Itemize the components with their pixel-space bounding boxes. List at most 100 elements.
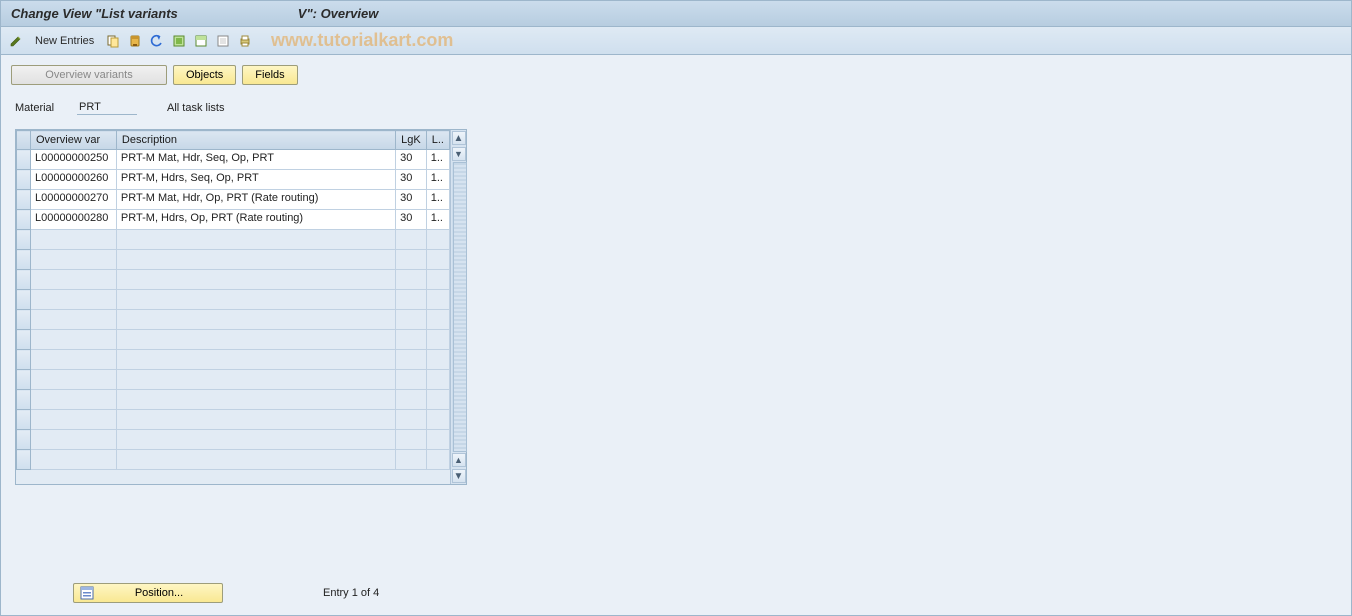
scroll-line-down-icon[interactable]: ▲ (452, 453, 466, 467)
context-value: PRT (77, 101, 137, 115)
cell (117, 410, 395, 429)
cell (117, 430, 395, 449)
position-icon (80, 586, 94, 600)
cell (31, 350, 116, 369)
cell (117, 230, 395, 249)
table-row[interactable]: L00000000270PRT-M Mat, Hdr, Op, PRT (Rat… (17, 190, 450, 210)
cell[interactable]: 1.. (427, 170, 449, 189)
table-row[interactable]: L00000000250PRT-M Mat, Hdr, Seq, Op, PRT… (17, 150, 450, 170)
row-selector[interactable] (17, 170, 31, 190)
cell (427, 270, 449, 289)
title-part2: V": Overview (298, 6, 379, 21)
cell[interactable]: 1.. (427, 190, 449, 209)
table-row (17, 330, 450, 350)
scroll-down-icon[interactable]: ▼ (452, 469, 466, 483)
entry-count-label: Entry 1 of 4 (323, 587, 379, 599)
table-row (17, 230, 450, 250)
title-part1: Change View "List variants (11, 6, 178, 21)
table-row (17, 390, 450, 410)
col-description[interactable]: Description (116, 131, 395, 150)
cell (117, 450, 395, 469)
cell (396, 450, 426, 469)
row-selector[interactable] (17, 350, 31, 370)
col-lgk[interactable]: LgK (396, 131, 427, 150)
cell[interactable]: 30 (396, 210, 426, 229)
cell[interactable]: 30 (396, 150, 426, 169)
tab-objects-label: Objects (186, 69, 223, 81)
cell[interactable]: 30 (396, 170, 426, 189)
scroll-thumb[interactable] (453, 162, 467, 452)
row-selector[interactable] (17, 410, 31, 430)
cell (31, 290, 116, 309)
deselect-all-icon[interactable] (214, 32, 232, 50)
copy-as-icon[interactable] (104, 32, 122, 50)
cell (31, 330, 116, 349)
row-selector[interactable] (17, 430, 31, 450)
row-selector[interactable] (17, 290, 31, 310)
watermark-text: www.tutorialkart.com (271, 30, 453, 51)
cell[interactable]: L00000000250 (31, 150, 116, 169)
cell (396, 250, 426, 269)
vertical-scrollbar[interactable]: ▲ ▼ ▲ ▼ (450, 130, 466, 484)
cell[interactable]: 1.. (427, 150, 449, 169)
cell (31, 390, 116, 409)
tab-strip: Overview variants Objects Fields (1, 55, 1351, 89)
print-icon[interactable] (236, 32, 254, 50)
row-selector[interactable] (17, 390, 31, 410)
table-row (17, 430, 450, 450)
cell (427, 250, 449, 269)
select-block-icon[interactable] (192, 32, 210, 50)
cell[interactable]: PRT-M Mat, Hdr, Op, PRT (Rate routing) (117, 190, 395, 209)
cell (117, 290, 395, 309)
variant-grid[interactable]: Overview var Description LgK L.. L000000… (16, 130, 450, 470)
table-row (17, 290, 450, 310)
row-selector[interactable] (17, 450, 31, 470)
row-selector[interactable] (17, 230, 31, 250)
cell[interactable]: PRT-M, Hdrs, Op, PRT (Rate routing) (117, 210, 395, 229)
cell (427, 390, 449, 409)
col-l[interactable]: L.. (426, 131, 449, 150)
cell (117, 350, 395, 369)
cell (31, 370, 116, 389)
position-button[interactable]: Position... (73, 583, 223, 603)
undo-change-icon[interactable] (148, 32, 166, 50)
cell (117, 310, 395, 329)
cell[interactable]: L00000000260 (31, 170, 116, 189)
row-selector[interactable] (17, 270, 31, 290)
row-selector[interactable] (17, 370, 31, 390)
select-all-icon[interactable] (170, 32, 188, 50)
tab-overview-variants-label: Overview variants (45, 69, 132, 81)
delete-icon[interactable] (126, 32, 144, 50)
cell (396, 330, 426, 349)
col-overview-var[interactable]: Overview var (30, 131, 116, 150)
row-selector[interactable] (17, 310, 31, 330)
scroll-line-up-icon[interactable]: ▼ (452, 147, 466, 161)
cell[interactable]: 30 (396, 190, 426, 209)
cell (117, 330, 395, 349)
row-selector[interactable] (17, 190, 31, 210)
cell[interactable]: L00000000280 (31, 210, 116, 229)
cell (31, 230, 116, 249)
row-selector[interactable] (17, 150, 31, 170)
cell (427, 350, 449, 369)
table-row (17, 370, 450, 390)
row-selector[interactable] (17, 210, 31, 230)
cell (396, 290, 426, 309)
row-selector[interactable] (17, 250, 31, 270)
scroll-track[interactable] (452, 162, 466, 452)
cell[interactable]: L00000000270 (31, 190, 116, 209)
table-row[interactable]: L00000000280PRT-M, Hdrs, Op, PRT (Rate r… (17, 210, 450, 230)
table-row[interactable]: L00000000260PRT-M, Hdrs, Seq, Op, PRT301… (17, 170, 450, 190)
tab-fields[interactable]: Fields (242, 65, 297, 85)
cell[interactable]: PRT-M, Hdrs, Seq, Op, PRT (117, 170, 395, 189)
scroll-up-icon[interactable]: ▲ (452, 131, 466, 145)
new-entries-button[interactable]: New Entries (29, 33, 100, 49)
toggle-display-change-icon[interactable] (7, 32, 25, 50)
row-selector[interactable] (17, 330, 31, 350)
table-row (17, 310, 450, 330)
col-row-selector[interactable] (17, 131, 31, 150)
tab-objects[interactable]: Objects (173, 65, 236, 85)
cell (31, 270, 116, 289)
cell[interactable]: PRT-M Mat, Hdr, Seq, Op, PRT (117, 150, 395, 169)
cell[interactable]: 1.. (427, 210, 449, 229)
